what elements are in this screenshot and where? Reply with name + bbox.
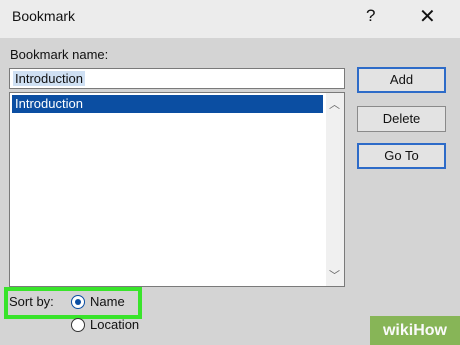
wikihow-watermark: wikiHow	[370, 316, 460, 345]
sort-location-radio[interactable]	[71, 318, 85, 332]
title-bar: Bookmark ? ✕	[0, 0, 460, 38]
scrollbar[interactable]: ︿ ﹀	[326, 93, 344, 286]
list-item[interactable]: Introduction	[12, 95, 323, 113]
sort-by-label: Sort by:	[9, 294, 54, 309]
scroll-down-icon[interactable]: ﹀	[329, 267, 340, 283]
bookmark-name-label: Bookmark name:	[10, 47, 109, 62]
help-icon[interactable]: ?	[366, 6, 375, 26]
sort-name-label[interactable]: Name	[90, 294, 125, 309]
sort-name-radio[interactable]	[71, 295, 85, 309]
add-button[interactable]: Add	[357, 67, 446, 93]
window-title: Bookmark	[12, 8, 76, 24]
close-icon[interactable]: ✕	[419, 4, 436, 29]
sort-location-label[interactable]: Location	[90, 317, 139, 332]
scroll-up-icon[interactable]: ︿	[329, 96, 340, 112]
bookmark-name-input[interactable]: Introduction	[9, 68, 345, 89]
delete-button[interactable]: Delete	[357, 106, 446, 132]
go-to-button[interactable]: Go To	[357, 143, 446, 169]
bookmark-name-value: Introduction	[13, 71, 85, 86]
bookmark-list[interactable]: Introduction ︿ ﹀	[9, 92, 345, 287]
